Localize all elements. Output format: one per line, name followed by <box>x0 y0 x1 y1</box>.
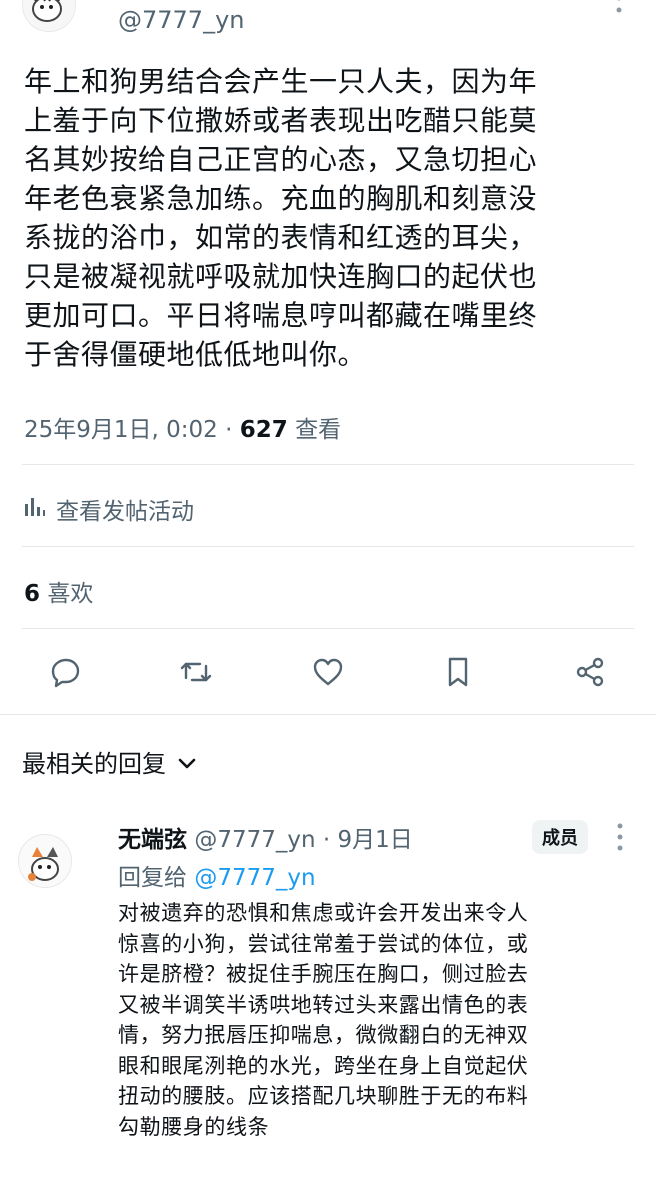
divider <box>22 628 634 629</box>
post-line: 更加可口。平日将喘息哼叫都藏在嘴里终 <box>24 299 538 332</box>
reply-line: 眼和眼尾洌艳的水光，跨坐在身上自觉起伏 <box>118 1053 529 1078</box>
reply-to-handle[interactable]: @7777_yn <box>194 865 315 891</box>
author-avatar-image <box>23 0 75 31</box>
bookmark-button[interactable] <box>434 648 482 696</box>
reply-button[interactable] <box>42 648 90 696</box>
analytics-icon <box>24 495 46 523</box>
chevron-down-icon <box>178 748 196 776</box>
reply-to-line: 回复给 @7777_yn <box>118 858 316 892</box>
post-timestamp[interactable]: 25年9月1日, 0:02 · <box>24 417 240 443</box>
post-body: 年上和狗男结合会产生一只人夫，因为年 上羞于向下位撒娇或者表现出吃醋只能莫 名其… <box>24 62 644 374</box>
reply-to-label: 回复给 <box>118 865 195 891</box>
reply-more-icon[interactable] <box>614 822 626 852</box>
activity-label: 查看发帖活动 <box>56 499 194 525</box>
author-avatar[interactable] <box>22 0 76 32</box>
post-line: 年上和狗男结合会产生一只人夫，因为年 <box>24 65 538 98</box>
post-line: 名其妙按给自己正宫的心态，又急切担心 <box>24 143 538 176</box>
post-line: 上羞于向下位撒娇或者表现出吃醋只能莫 <box>24 104 538 137</box>
section-separator <box>0 714 656 715</box>
post-handle[interactable]: @7777_yn <box>118 6 245 34</box>
post-more-icon[interactable] <box>614 0 624 30</box>
divider <box>22 546 634 547</box>
reply-line: 情，努力抿唇压抑喘息，微微翻白的无神双 <box>118 1023 529 1047</box>
likes-label: 喜欢 <box>47 581 94 607</box>
reply-meta[interactable]: @7777_yn · 9月1日 <box>194 827 412 853</box>
retweet-button[interactable] <box>172 648 220 696</box>
share-button[interactable] <box>566 648 614 696</box>
reply-line: 扭动的腰肢。应该搭配几块聊胜于无的布料 <box>118 1084 529 1108</box>
reply-header: 无端弦 @7777_yn · 9月1日 <box>118 820 413 854</box>
views-count: 627 <box>239 417 288 443</box>
divider <box>22 464 634 465</box>
reply-line: 又被半调笑半诱哄地转过头来露出情色的表 <box>118 992 529 1017</box>
post-line: 年老色衰紧急加练。充血的胸肌和刻意没 <box>24 182 538 215</box>
reply-author-name[interactable]: 无端弦 <box>118 827 187 853</box>
likes-summary[interactable]: 6 喜欢 <box>24 574 93 608</box>
likes-count: 6 <box>24 581 41 607</box>
post-line: 只是被凝视就呼吸就加快连胸口的起伏也 <box>24 260 538 293</box>
reply-line: 对被遗弃的恐惧和焦虑或许会开发出来令人 <box>118 901 529 925</box>
reply-icon <box>51 658 80 688</box>
replies-header-label: 最相关的回复 <box>22 750 166 778</box>
heart-icon <box>313 658 343 686</box>
post-line: 系拢的浴巾，如常的表情和红透的耳尖， <box>24 221 538 254</box>
reply-body: 对被遗弃的恐惧和焦虑或许会开发出来令人 惊喜的小狗，尝试往常羞于尝试的体位，或 … <box>118 898 648 1142</box>
reply-line: 许是脐橙？被捉住手腕压在胸口，侧过脸去 <box>118 962 529 986</box>
reply-avatar[interactable] <box>18 834 72 888</box>
post-activity-link[interactable]: 查看发帖活动 <box>24 492 194 526</box>
reply-avatar-image <box>19 835 71 887</box>
replies-sort-dropdown[interactable]: 最相关的回复 <box>22 744 196 779</box>
member-badge: 成员 <box>532 820 588 854</box>
share-icon <box>576 657 604 687</box>
reply-line: 惊喜的小狗，尝试往常羞于尝试的体位，或 <box>118 931 529 956</box>
post-line: 于舍得僵硬地低低地叫你。 <box>24 338 367 371</box>
retweet-icon <box>180 662 212 682</box>
like-button[interactable] <box>304 648 352 696</box>
bookmark-icon <box>448 657 468 687</box>
views-label: 查看 <box>295 417 342 443</box>
reply-line: 勾勒腰身的线条 <box>118 1114 270 1139</box>
post-meta: 25年9月1日, 0:02 · 627 查看 <box>24 410 341 444</box>
